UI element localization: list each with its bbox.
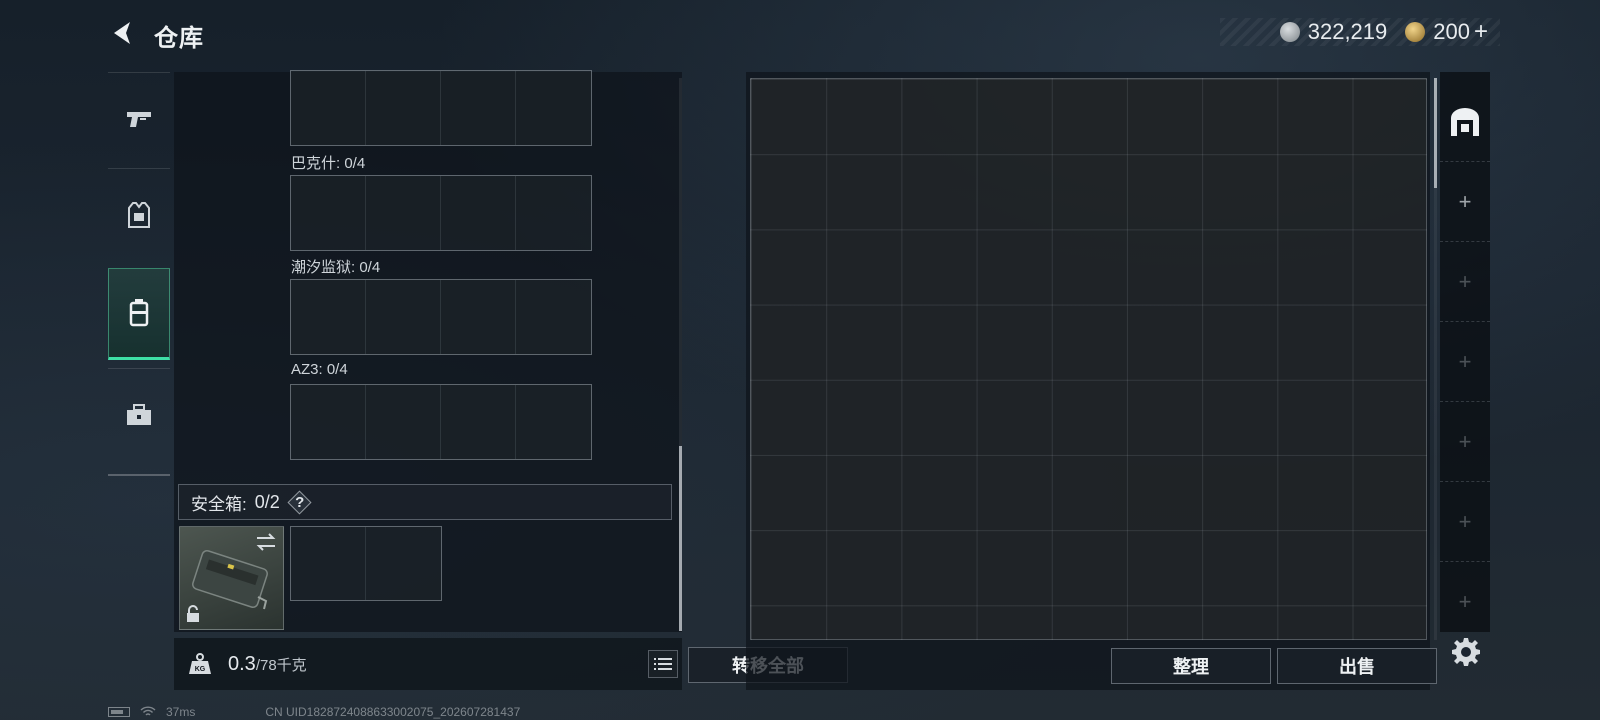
add-tab-icon: +	[1458, 188, 1472, 214]
add-currency-button[interactable]: +	[1474, 18, 1488, 46]
grid-label-bakshi: 巴克什: 0/4	[291, 155, 366, 172]
gold-coin-icon	[1405, 22, 1426, 42]
list-icon	[654, 658, 672, 670]
stash-tab-add-2[interactable]: +	[1440, 242, 1490, 322]
rail-item-container[interactable]	[108, 268, 170, 360]
sell-button[interactable]: 出售	[1277, 648, 1437, 684]
safebox-slot-grid[interactable]	[290, 526, 442, 601]
backpack-icon	[129, 299, 149, 327]
stash-tab-main[interactable]	[1440, 82, 1490, 162]
add-tab-icon: +	[1458, 508, 1472, 534]
back-arrow-icon[interactable]	[108, 18, 138, 48]
add-tab-icon: +	[1458, 589, 1472, 614]
stash-tab-add-1[interactable]: +	[1440, 162, 1490, 242]
wifi-icon	[140, 706, 156, 716]
pistol-icon	[127, 111, 151, 127]
safebox-label: 安全箱:	[191, 494, 247, 514]
list-view-button[interactable]	[648, 650, 678, 678]
toolbox-icon	[127, 403, 151, 425]
safebox-item-card[interactable]	[179, 526, 284, 630]
rail-divider	[108, 474, 170, 476]
stash-tab-rail: + + + + + +	[1440, 72, 1490, 632]
rail-item-armor[interactable]	[108, 168, 170, 260]
weight-kg-icon: KG	[186, 650, 214, 678]
uid-text: CN UID1828724088633002075_202607281437	[265, 705, 521, 719]
container-grid-bakshi[interactable]	[290, 175, 592, 251]
category-rail	[108, 72, 170, 476]
currency-secondary-value: 200	[1433, 19, 1470, 44]
safebox-header: 安全箱: 0/2 ?	[178, 484, 672, 520]
stash-tab-add-6[interactable]: +	[1440, 562, 1490, 642]
weight-capacity: /78千克	[255, 656, 307, 674]
weight-readout: 0.3/78千克	[228, 653, 307, 676]
stash-scroll-thumb[interactable]	[1434, 78, 1437, 188]
safebox-count: 0/2	[254, 491, 280, 512]
grid-label-tidal-prison: 潮汐监狱: 0/4	[291, 259, 381, 276]
weight-bar: KG 0.3/78千克 转移全部	[174, 638, 848, 690]
container-grid-top[interactable]	[290, 70, 592, 146]
svg-text:KG: KG	[195, 666, 206, 673]
container-grid-az3[interactable]	[290, 384, 592, 460]
sort-button[interactable]: 整理	[1111, 648, 1271, 684]
add-tab-icon: +	[1458, 348, 1472, 374]
page-title: 仓库	[154, 25, 204, 52]
stash-grid[interactable]	[750, 78, 1427, 640]
stash-tab-add-4[interactable]: +	[1440, 402, 1490, 482]
warehouse-icon	[1451, 107, 1479, 136]
help-icon[interactable]: ?	[288, 490, 312, 514]
stash-tab-add-3[interactable]: +	[1440, 322, 1490, 402]
add-tab-icon: +	[1458, 268, 1472, 294]
lock-icon	[187, 605, 199, 622]
container-grid-tidal-prison[interactable]	[290, 279, 592, 355]
battery-icon	[108, 707, 130, 717]
weight-value: 0.3	[228, 652, 256, 675]
ping-value: 37ms	[166, 705, 196, 719]
rail-item-weapon[interactable]	[108, 72, 170, 164]
status-line: 37ms CN UID1828724088633002075_202607281…	[108, 705, 520, 719]
currency-bar: 322,219 200 +	[1220, 18, 1500, 46]
container-scroll-thumb[interactable]	[679, 446, 682, 631]
rail-item-misc[interactable]	[108, 368, 170, 460]
silver-coin-icon	[1279, 22, 1300, 42]
add-tab-icon: +	[1458, 428, 1472, 454]
currency-primary-value: 322,219	[1307, 19, 1388, 44]
gear-icon[interactable]	[1450, 636, 1482, 668]
armor-vest-icon	[128, 201, 150, 228]
swap-icon[interactable]	[255, 533, 277, 551]
stash-tab-add-5[interactable]: +	[1440, 482, 1490, 562]
grid-label-az3: AZ3: 0/4	[291, 361, 348, 378]
